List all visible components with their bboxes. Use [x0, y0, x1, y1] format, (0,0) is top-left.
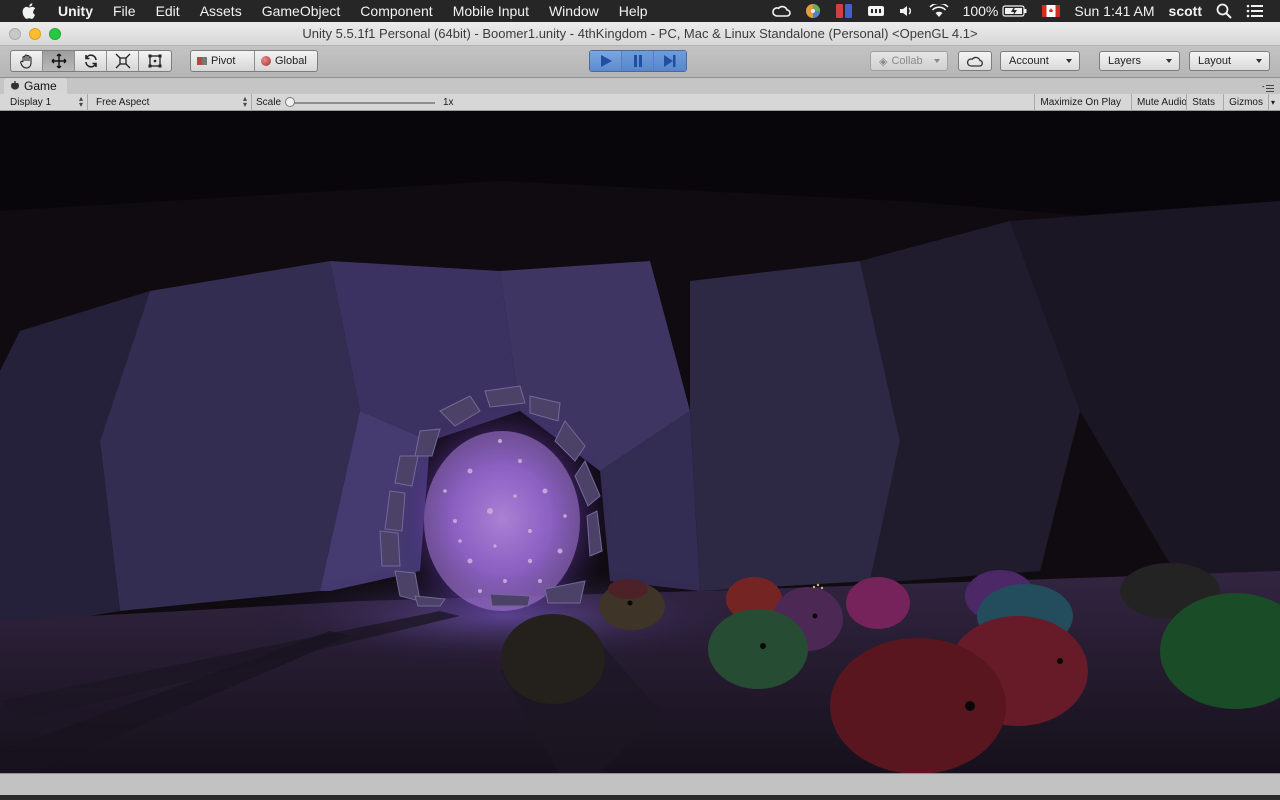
stats-toggle[interactable]: Stats	[1186, 94, 1220, 111]
scale-label: Scale	[256, 97, 282, 108]
color-wheel-icon[interactable]	[805, 3, 821, 19]
menu-app-name[interactable]: Unity	[58, 0, 93, 22]
menu-assets[interactable]: Assets	[200, 0, 242, 22]
layers-label: Layers	[1108, 55, 1142, 67]
playback-controls	[589, 50, 687, 72]
flag-icon[interactable]	[1042, 5, 1061, 17]
rect-tool-icon	[148, 54, 162, 68]
scale-slider-track[interactable]	[289, 102, 435, 104]
tab-game-label: Game	[24, 79, 57, 93]
move-tool-button[interactable]	[43, 51, 75, 71]
pivot-toggle-group: Pivot Global	[190, 50, 318, 72]
stats-label: Stats	[1192, 97, 1215, 108]
mute-audio-label: Mute Audio	[1136, 97, 1187, 108]
game-panel-header: Game	[0, 78, 1280, 94]
aspect-select[interactable]: Free Aspect ▴ ▾	[90, 94, 252, 111]
chevron-down-icon	[1256, 59, 1262, 63]
menu-bar: Unity File Edit Assets GameObject Compon…	[0, 0, 1280, 22]
up-down-arrows-icon: ▴ ▾	[242, 94, 247, 109]
unity-toolbar: Pivot Global ◈ Collab Account Layers Lay…	[0, 46, 1280, 78]
rect-tool-button[interactable]	[139, 51, 171, 71]
keyboard-icon[interactable]	[867, 4, 885, 18]
status-bar	[0, 773, 1280, 795]
play-button[interactable]	[590, 51, 622, 71]
pause-icon	[633, 55, 642, 67]
wifi-icon[interactable]	[928, 4, 949, 18]
up-down-arrows-icon: ▴ ▾	[78, 94, 83, 109]
creative-cloud-icon[interactable]	[771, 4, 791, 18]
menu-mobile-input[interactable]: Mobile Input	[453, 0, 529, 22]
pause-button[interactable]	[622, 51, 654, 71]
game-scene	[0, 111, 1280, 773]
gizmos-toggle[interactable]: Gizmos	[1223, 94, 1268, 111]
scale-slider-handle[interactable]	[285, 97, 295, 107]
aspect-label: Free Aspect	[96, 97, 150, 108]
display-select[interactable]: Display 1 ▴ ▾	[4, 94, 88, 111]
gizmos-dropdown-arrow[interactable]: ▾	[1268, 94, 1280, 111]
chevron-down-icon	[1066, 59, 1072, 63]
display-label: Display 1	[10, 97, 52, 108]
cloud-icon	[966, 56, 983, 67]
status-area: 100% Sun 1:41 AM scott	[771, 0, 1280, 22]
account-dropdown[interactable]: Account	[1000, 51, 1080, 71]
rotate-tool-button[interactable]	[75, 51, 107, 71]
volume-icon[interactable]	[899, 4, 915, 18]
battery-percent: 100%	[962, 3, 999, 19]
menu-help[interactable]: Help	[619, 0, 648, 22]
move-icon	[51, 53, 66, 69]
game-view-toolbar: Display 1 ▴ ▾ Free Aspect ▴ ▾ Scale 1x Max…	[0, 94, 1280, 111]
account-label: Account	[1009, 55, 1049, 67]
maximize-on-play-toggle[interactable]: Maximize On Play	[1034, 94, 1126, 111]
pivot-label: Pivot	[211, 55, 236, 67]
transform-tools	[10, 50, 172, 72]
dock-edge	[0, 795, 1280, 800]
notification-center-icon[interactable]	[1246, 4, 1264, 18]
menu-file[interactable]: File	[113, 0, 136, 22]
mute-audio-toggle[interactable]: Mute Audio	[1130, 94, 1192, 111]
pivot-icon	[197, 57, 207, 65]
window-title: Unity 5.5.1f1 Personal (64bit) - Boomer1…	[302, 26, 978, 41]
rotate-icon	[84, 54, 97, 68]
menu-window[interactable]: Window	[549, 0, 599, 22]
layout-dropdown[interactable]: Layout	[1189, 51, 1270, 71]
layout-label: Layout	[1198, 55, 1232, 67]
pivot-button[interactable]: Pivot	[191, 51, 255, 71]
chevron-down-icon	[1166, 59, 1172, 63]
scale-value: 1x	[443, 97, 454, 108]
gizmos-label: Gizmos	[1229, 97, 1263, 108]
battery-icon[interactable]	[1002, 4, 1028, 18]
hand-icon	[19, 54, 32, 69]
globe-icon	[261, 56, 271, 66]
collab-icon: ◈	[879, 55, 888, 68]
menu-edit[interactable]: Edit	[156, 0, 180, 22]
spotlight-icon[interactable]	[1216, 3, 1232, 19]
scale-tool-button[interactable]	[107, 51, 139, 71]
cloud-services-button[interactable]	[958, 51, 992, 71]
play-icon	[600, 55, 612, 67]
layers-dropdown[interactable]: Layers	[1099, 51, 1180, 71]
device-icon[interactable]	[835, 3, 853, 19]
user-name[interactable]: scott	[1169, 3, 1202, 19]
step-icon	[664, 55, 676, 67]
game-viewport[interactable]	[0, 111, 1280, 773]
global-button[interactable]: Global	[255, 51, 317, 71]
window-title-bar: Unity 5.5.1f1 Personal (64bit) - Boomer1…	[0, 22, 1280, 46]
maximize-on-play-label: Maximize On Play	[1040, 97, 1121, 108]
game-controller-icon	[10, 81, 20, 91]
scale-icon	[115, 53, 130, 69]
clock[interactable]: Sun 1:41 AM	[1074, 3, 1154, 19]
collab-dropdown[interactable]: ◈ Collab	[870, 51, 948, 71]
chevron-down-icon: ▾	[1271, 98, 1276, 107]
collab-label: Collab	[891, 55, 923, 67]
tab-game[interactable]: Game	[4, 78, 67, 94]
menu-component[interactable]: Component	[360, 0, 432, 22]
global-label: Global	[275, 55, 307, 67]
chevron-down-icon	[934, 59, 940, 63]
menu-gameobject[interactable]: GameObject	[262, 0, 341, 22]
step-button[interactable]	[654, 51, 686, 71]
hand-tool-button[interactable]	[11, 51, 43, 71]
apple-icon[interactable]	[18, 0, 40, 22]
